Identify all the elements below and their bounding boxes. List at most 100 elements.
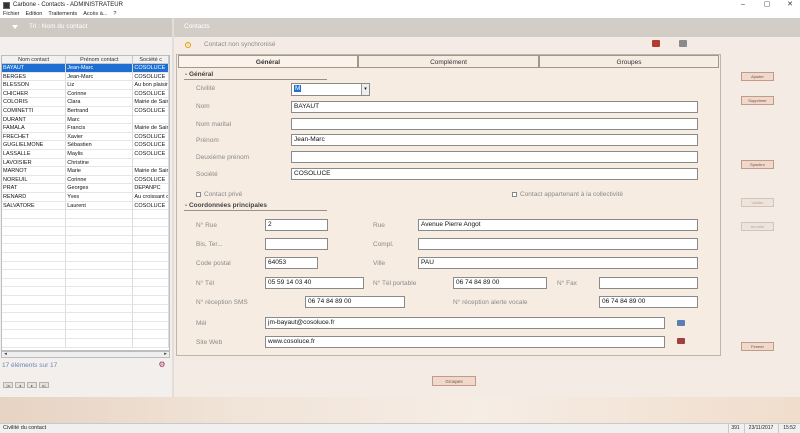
table-cell: Marc	[66, 115, 134, 124]
nom-marital-field[interactable]	[291, 118, 698, 130]
tel-portable-field[interactable]: 06 74 84 89 00	[453, 277, 547, 289]
sort-header[interactable]: Tri : Nom du contact	[0, 18, 172, 37]
table-row[interactable]	[2, 270, 169, 279]
table-row[interactable]: SALVATORE Laurent COSOLUCE	[2, 201, 169, 211]
code-postal-field[interactable]: 64053	[265, 257, 318, 269]
table-row[interactable]: RENARD Yves Au croissant d	[2, 192, 169, 202]
table-row[interactable]	[2, 244, 169, 254]
chevron-down-icon[interactable]: ▾	[361, 84, 369, 95]
column-header-nom[interactable]: Nom contact	[2, 56, 67, 63]
scroll-left-icon[interactable]: ◂	[2, 352, 9, 357]
export-icon[interactable]	[679, 40, 687, 47]
table-row[interactable]	[2, 235, 169, 245]
tab-complement[interactable]: Complément	[358, 55, 539, 68]
table-row[interactable]: GUGLIELMONE Sébastien COSOLUCE	[2, 141, 169, 150]
table-row[interactable]	[2, 321, 169, 331]
supprimer-button[interactable]: Supprimer	[741, 96, 774, 105]
horizontal-scrollbar[interactable]: ◂ ▸	[1, 351, 170, 358]
table-row[interactable]: MARNOT Marie Mairie de Sain	[2, 167, 169, 176]
gear-icon[interactable]: ⚙	[156, 360, 168, 369]
ajouter-button[interactable]: Ajouter	[741, 72, 774, 81]
column-header-prenom[interactable]: Prénom contact	[66, 56, 134, 63]
table-row[interactable]: LAVOISIER Christine	[2, 158, 169, 168]
fax-field[interactable]	[599, 277, 698, 289]
table-row[interactable]: PRAT Georges DEPANPC	[2, 184, 169, 193]
table-row[interactable]	[2, 296, 169, 305]
table-row[interactable]	[2, 253, 169, 262]
table-cell: Clara	[66, 98, 134, 106]
societe-field[interactable]: COSOLUCE	[291, 168, 698, 180]
table-row[interactable]: COMINETTI Bertrand COSOLUCE	[2, 106, 169, 116]
civilite-select[interactable]: M ▾	[291, 83, 370, 96]
first-record-icon[interactable]: |◂	[3, 382, 13, 388]
email-icon[interactable]	[677, 320, 685, 326]
chevron-down-icon[interactable]	[12, 25, 18, 29]
contacts-table: Nom contact Prénom contact Société c BAY…	[1, 55, 170, 351]
table-row[interactable]	[2, 330, 169, 339]
globe-icon[interactable]	[677, 338, 685, 344]
section-general-title: - Général	[185, 71, 214, 78]
table-row[interactable]	[2, 287, 169, 297]
fermer-button[interactable]: Fermer	[741, 342, 774, 351]
groupes-button[interactable]: Groupes	[432, 376, 476, 386]
table-row[interactable]: CHICHER Corinne COSOLUCE	[2, 89, 169, 99]
synchro-button[interactable]: Synchro	[741, 160, 774, 169]
mel-field[interactable]: jm-bayaut@cosoluce.fr	[265, 317, 665, 329]
table-cell: DURANT	[2, 115, 67, 124]
status-bar: Civilité du contact 391 23/11/2017 15:52	[0, 423, 800, 433]
maximize-button[interactable]: ▢	[757, 0, 777, 10]
menu-fichier[interactable]: Fichier	[3, 10, 20, 18]
table-row[interactable]	[2, 304, 169, 314]
tel-field[interactable]: 05 59 14 03 40	[265, 277, 364, 289]
ville-field[interactable]: PAU	[418, 257, 698, 269]
table-row[interactable]: LASSALLE Maylis COSOLUCE	[2, 149, 169, 159]
table-row[interactable]	[2, 313, 169, 322]
last-record-icon[interactable]: ▸|	[39, 382, 49, 388]
info-icon: !	[185, 42, 191, 48]
rue-field[interactable]: Avenue Pierre Angot	[418, 219, 698, 231]
collectivite-checkbox[interactable]	[512, 192, 517, 197]
table-row[interactable]	[2, 261, 169, 271]
contact-prive-checkbox[interactable]	[196, 192, 201, 197]
prenom-field[interactable]: Jean-Marc	[291, 134, 698, 146]
table-row[interactable]: COLORIS Clara Mairie de Sain	[2, 98, 169, 107]
table-row[interactable]	[2, 278, 169, 288]
compl-field[interactable]	[418, 238, 698, 250]
web-field[interactable]: www.cosoluce.fr	[265, 336, 665, 348]
panel-divider[interactable]	[172, 18, 174, 397]
deuxieme-prenom-field[interactable]	[291, 151, 698, 163]
table-row[interactable]	[2, 227, 169, 236]
table-row[interactable]	[2, 218, 169, 228]
next-record-icon[interactable]: ▸	[27, 382, 37, 388]
table-cell	[133, 244, 169, 253]
nom-field[interactable]: BAYAUT	[291, 101, 698, 113]
vocale-field[interactable]: 06 74 84 89 00	[599, 296, 698, 308]
minimize-button[interactable]: –	[733, 0, 753, 10]
table-row[interactable]: BERGES Jean-Marc COSOLUCE	[2, 72, 169, 82]
menu-traitements[interactable]: Traitements	[48, 10, 77, 18]
table-row[interactable]: DURANT Marc	[2, 115, 169, 125]
sms-field[interactable]: 06 74 84 89 00	[305, 296, 405, 308]
annuler-button[interactable]: Annuler	[741, 222, 774, 231]
close-window-button[interactable]: ✕	[780, 0, 800, 10]
menu-acces[interactable]: Accès à...	[83, 10, 107, 18]
print-icon[interactable]	[652, 40, 660, 47]
table-row[interactable]: BLESSON Liz Au bon plaisir	[2, 81, 169, 90]
valider-button[interactable]: Valider	[741, 198, 774, 207]
menu-help[interactable]: ?	[113, 10, 116, 18]
bis-ter-field[interactable]	[265, 238, 328, 250]
table-row[interactable]	[2, 210, 169, 219]
table-row[interactable]	[2, 339, 169, 348]
menu-edition[interactable]: Edition	[26, 10, 43, 18]
table-row[interactable]: FAMALA Francis Mairie de Sain	[2, 124, 169, 133]
tab-groupes[interactable]: Groupes	[539, 55, 719, 68]
tab-general[interactable]: Général	[178, 55, 358, 68]
table-cell: COSOLUCE	[133, 175, 169, 184]
num-rue-field[interactable]: 2	[265, 219, 328, 231]
previous-record-icon[interactable]: ◂	[15, 382, 25, 388]
table-row[interactable]: BAYAUT Jean-Marc COSOLUCE	[2, 64, 169, 73]
table-row[interactable]: NOREUIL Corinne COSOLUCE	[2, 175, 169, 185]
column-header-societe[interactable]: Société c	[133, 56, 169, 63]
scroll-right-icon[interactable]: ▸	[162, 352, 169, 357]
table-row[interactable]: FRECHET Xavier COSOLUCE	[2, 132, 169, 142]
